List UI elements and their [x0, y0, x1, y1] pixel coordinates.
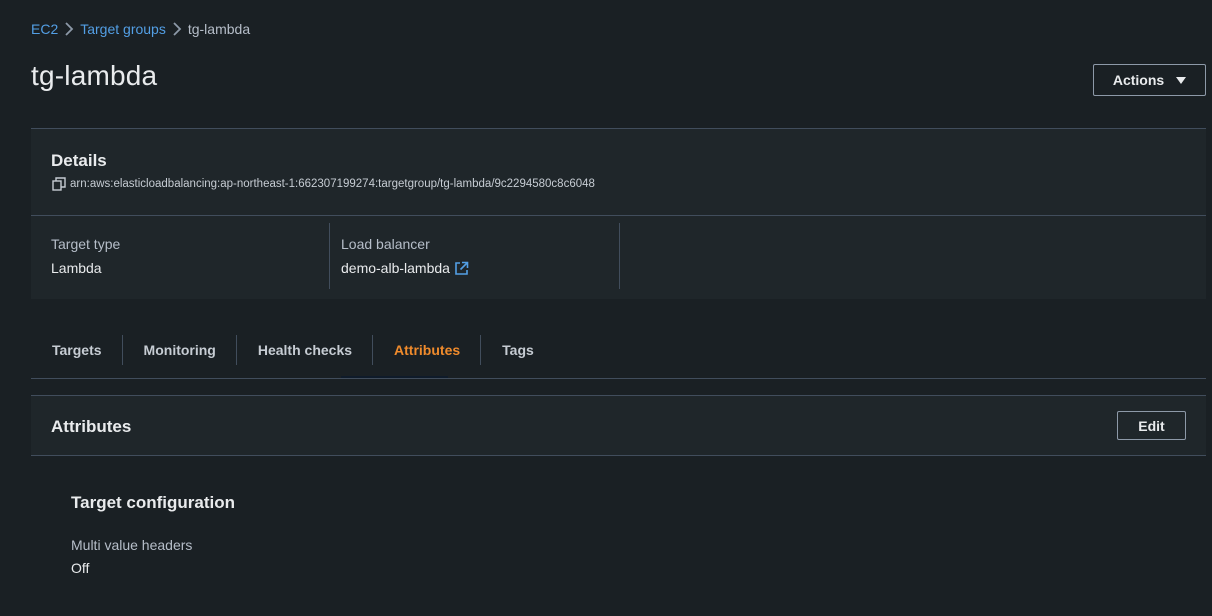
arn-row: arn:aws:elasticloadbalancing:ap-northeas… [52, 177, 595, 191]
tab-tags[interactable]: Tags [481, 333, 554, 379]
breadcrumb: EC2 Target groups tg-lambda [31, 20, 250, 38]
target-configuration-title: Target configuration [71, 493, 236, 512]
load-balancer-link[interactable]: demo-alb-lambda [341, 260, 469, 276]
tab-health-checks[interactable]: Health checks [237, 333, 372, 379]
active-tab-indicator [341, 376, 448, 378]
actions-button-label: Actions [1112, 72, 1165, 88]
attributes-title: Attributes [51, 417, 132, 436]
breadcrumb-current: tg-lambda [187, 21, 251, 37]
attributes-body: Target configuration Multi value headers… [31, 456, 1206, 616]
copy-icon[interactable] [52, 177, 66, 191]
external-link-icon [454, 261, 469, 276]
chevron-right-icon [58, 20, 80, 38]
details-panel: Details arn:aws:elasticloadbalancing:ap-… [31, 128, 1206, 299]
target-type-value: Lambda [51, 260, 102, 276]
tab-targets[interactable]: Targets [31, 333, 122, 379]
load-balancer-label: Load balancer [341, 236, 430, 252]
target-type-field: Target type Lambda [51, 223, 329, 289]
breadcrumb-ec2[interactable]: EC2 [31, 21, 58, 37]
chevron-right-icon [166, 20, 188, 38]
actions-button[interactable]: Actions [1093, 64, 1206, 96]
load-balancer-field: Load balancer demo-alb-lambda [329, 223, 619, 289]
caret-down-icon [1176, 76, 1187, 84]
multi-value-headers-value: Off [71, 560, 90, 576]
tab-monitoring[interactable]: Monitoring [123, 333, 236, 379]
divider [31, 215, 1206, 216]
tab-bar: Targets Monitoring Health checks Attribu… [31, 333, 1206, 379]
tab-attributes[interactable]: Attributes [373, 333, 480, 379]
attributes-panel: Attributes Edit Target configuration Mul… [31, 395, 1206, 616]
page-title: tg-lambda [31, 60, 158, 91]
column-divider [619, 223, 620, 289]
target-type-label: Target type [51, 236, 121, 252]
breadcrumb-target-groups[interactable]: Target groups [80, 21, 166, 37]
load-balancer-name[interactable]: demo-alb-lambda [341, 260, 450, 276]
multi-value-headers-label: Multi value headers [71, 537, 193, 553]
details-title: Details [51, 151, 107, 170]
edit-button[interactable]: Edit [1117, 411, 1186, 440]
arn-text: arn:aws:elasticloadbalancing:ap-northeas… [70, 178, 595, 190]
